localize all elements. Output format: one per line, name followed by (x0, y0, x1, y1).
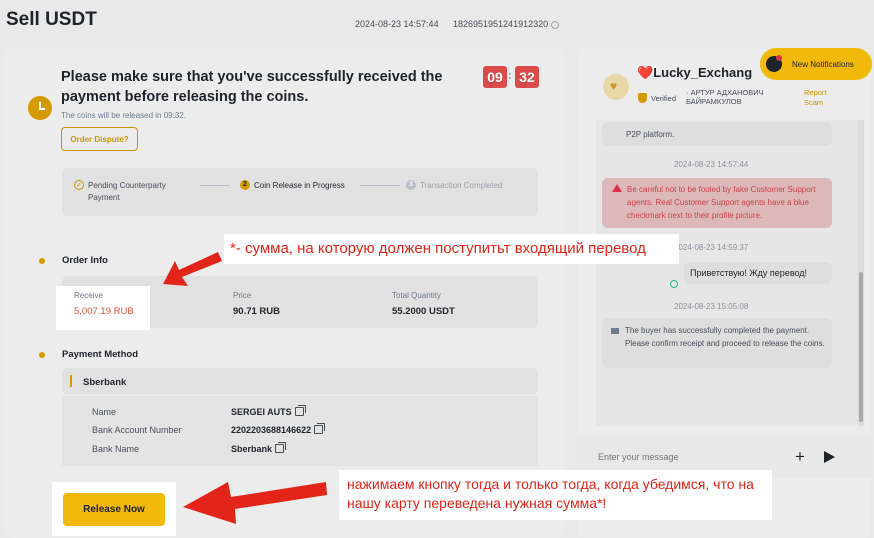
arrow-to-release-button (183, 482, 327, 524)
arrow-to-receive (163, 252, 222, 286)
annotation-arrows (163, 252, 327, 524)
